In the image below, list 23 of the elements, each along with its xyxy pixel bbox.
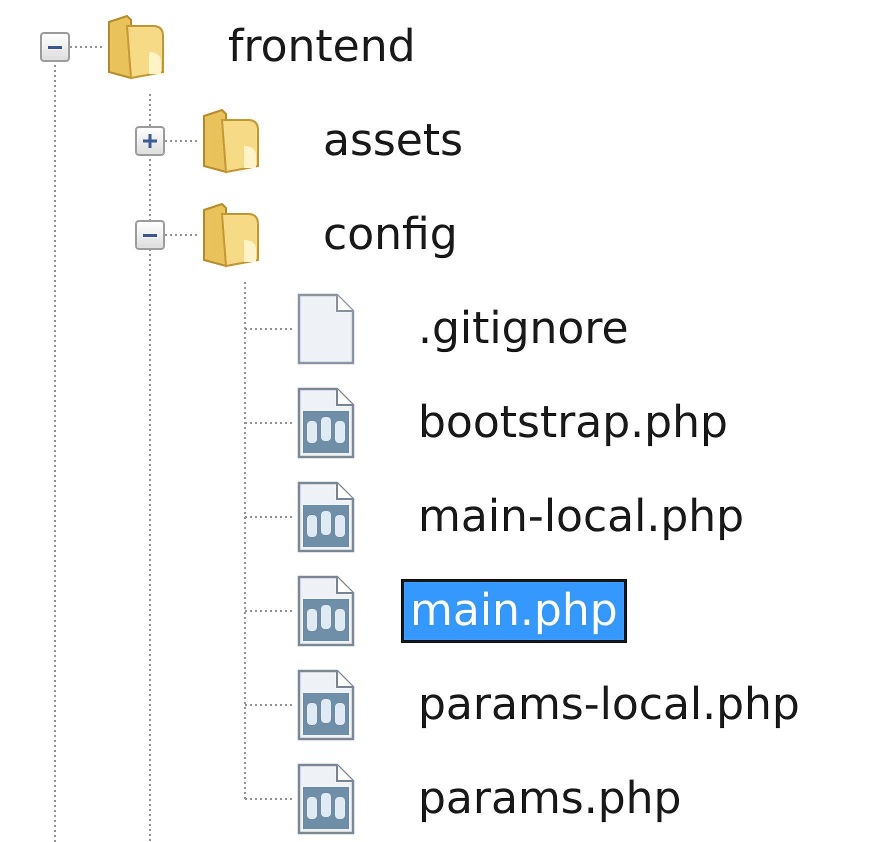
tree-item[interactable]: params.php — [409, 767, 690, 831]
tree-item[interactable]: assets — [314, 109, 472, 173]
php-file-icon — [295, 387, 357, 459]
expand-button[interactable] — [135, 126, 165, 156]
tree-item[interactable]: frontend — [219, 15, 425, 79]
php-file-icon — [295, 481, 357, 553]
php-file-icon — [295, 669, 357, 741]
folder-icon — [200, 200, 262, 270]
tree-item[interactable]: bootstrap.php — [409, 391, 737, 455]
tree-item[interactable]: config — [314, 203, 467, 267]
php-file-icon — [295, 763, 357, 835]
minus-icon — [143, 234, 157, 236]
tree-item[interactable]: main-local.php — [409, 485, 754, 549]
collapse-button[interactable] — [135, 220, 165, 250]
folder-icon — [105, 12, 167, 82]
plus-icon — [143, 134, 157, 148]
file-icon — [295, 293, 357, 365]
minus-icon — [48, 46, 62, 48]
folder-icon — [200, 106, 262, 176]
tree-item[interactable]: params-local.php — [409, 673, 809, 737]
collapse-button[interactable] — [40, 32, 70, 62]
tree-item[interactable]: .gitignore — [409, 297, 638, 361]
php-file-icon — [295, 575, 357, 647]
